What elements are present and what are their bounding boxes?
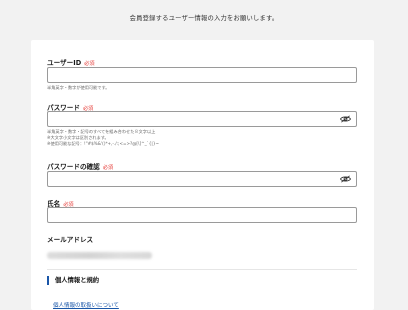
password-confirm-field[interactable]	[47, 171, 357, 193]
section-title: 個人情報と規約	[47, 276, 99, 285]
password-hint-3: ※使用可能な記号：!"#$%&'()*+,-./:;<=>?@[\]^_`{|}…	[47, 141, 160, 146]
user-id-label-text: ユーザーID	[47, 59, 82, 67]
email-label: メールアドレス	[47, 236, 94, 244]
intro-text: 会員登録するユーザー情報の入力をお願いします。	[129, 15, 279, 22]
user-id-hint: 半角英字・数字が使用可能です。	[47, 85, 110, 90]
user-id-label: ユーザーID 必須	[47, 57, 95, 67]
eye-icon[interactable]	[340, 115, 351, 123]
eye-icon[interactable]	[340, 175, 351, 183]
section-divider	[47, 269, 357, 270]
password-confirm-label-text: パスワードの確認	[47, 163, 100, 171]
name-field[interactable]	[47, 207, 357, 229]
password-field[interactable]	[47, 111, 357, 133]
registration-form-card: ユーザーID 必須 半角英字・数字が使用可能です。 パスワード 必須 半角英字・数字…	[31, 40, 374, 310]
password-confirm-input[interactable]	[48, 178, 348, 193]
password-confirm-label: パスワードの確認 必須	[47, 161, 113, 171]
user-id-field[interactable]	[47, 67, 357, 89]
privacy-link[interactable]: 個人情報の取扱いについて	[53, 301, 119, 309]
name-input[interactable]	[48, 214, 348, 229]
email-value-redacted	[47, 252, 152, 259]
